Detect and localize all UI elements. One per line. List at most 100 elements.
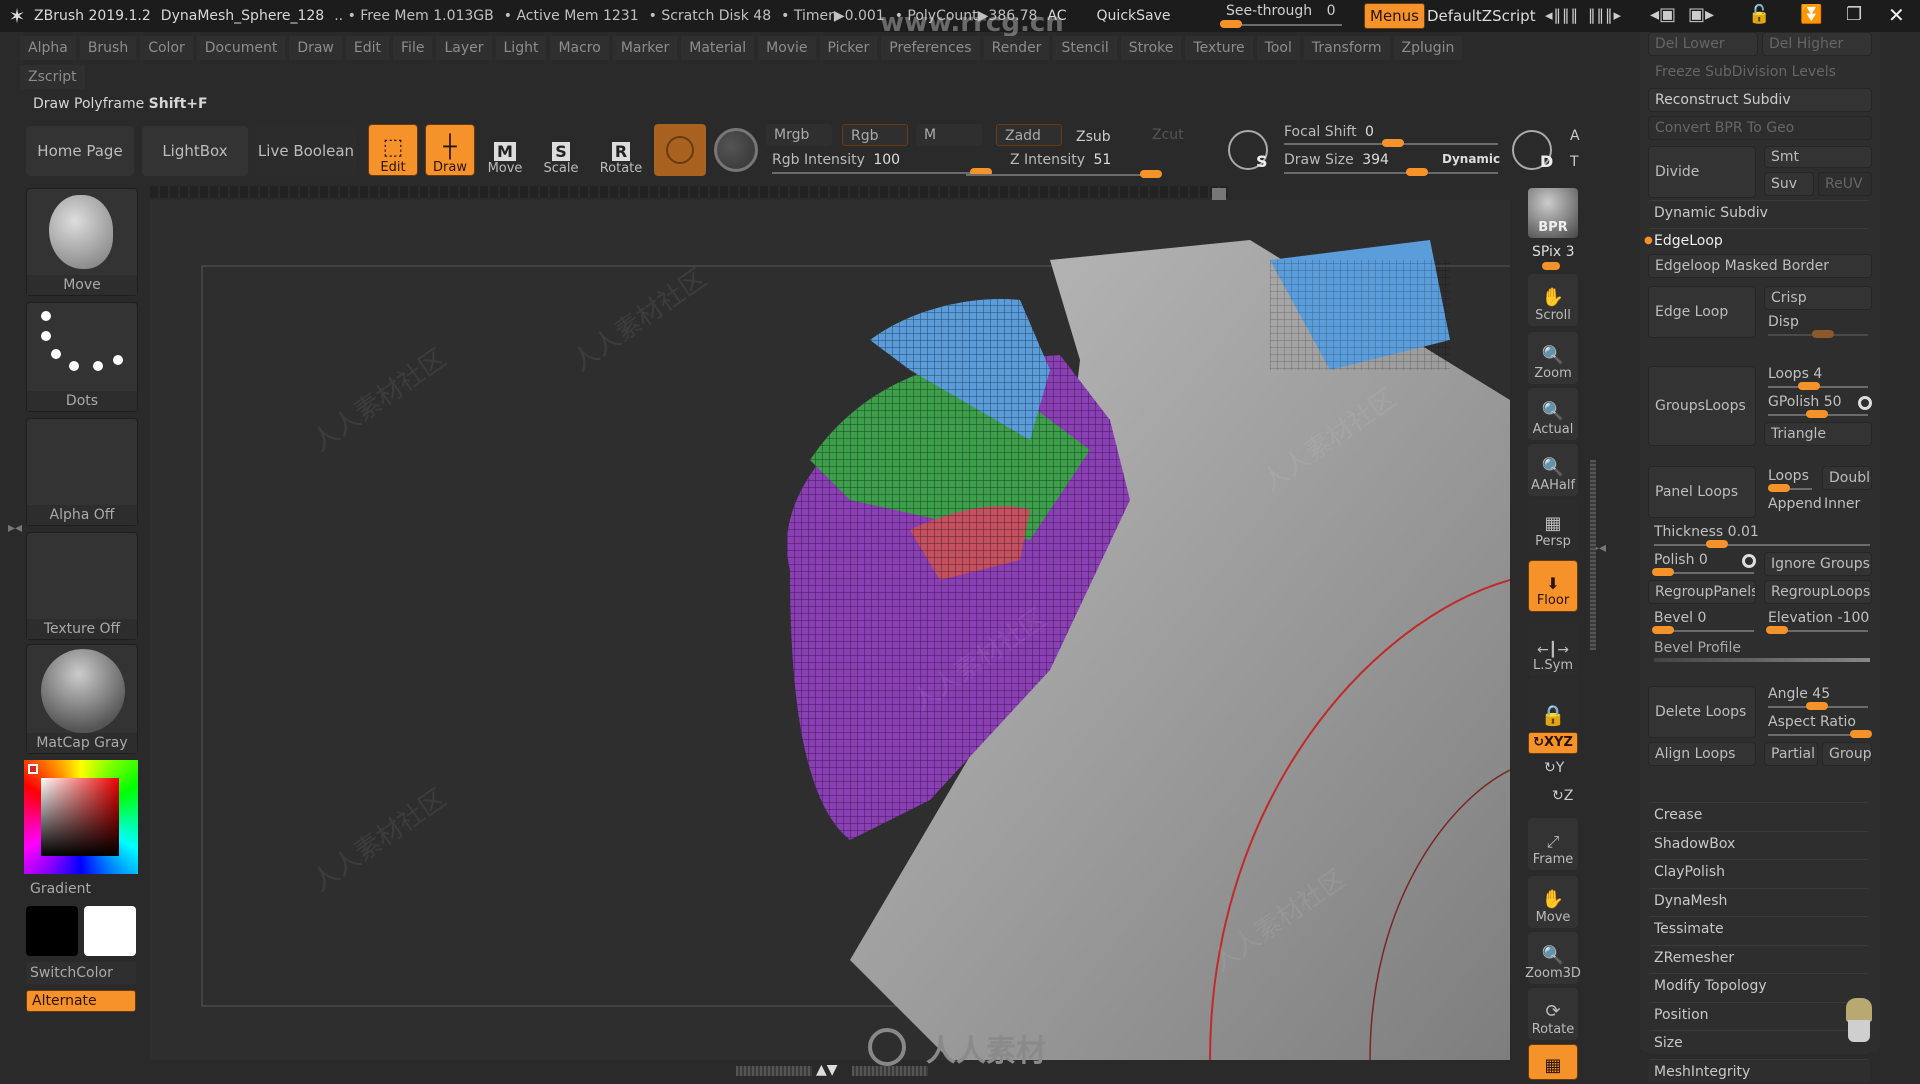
menu-zscript[interactable]: Zscript — [20, 65, 85, 89]
layout-prev-icon[interactable]: ◂▣ — [1650, 4, 1676, 25]
angle-knob[interactable] — [1806, 702, 1828, 710]
menu-stencil[interactable]: Stencil — [1053, 36, 1117, 60]
stroke-selector[interactable]: Dots — [26, 302, 138, 412]
live-boolean-button[interactable]: Live Boolean — [256, 126, 356, 176]
del-higher-button[interactable]: Del Higher — [1762, 32, 1872, 56]
gpolish-knob[interactable] — [1806, 410, 1828, 418]
focal-shift-knob[interactable] — [1382, 139, 1404, 147]
bevel-slider[interactable]: Bevel 0 — [1654, 610, 1706, 626]
section-claypolish[interactable]: ClayPolish — [1648, 859, 1870, 883]
gpolish-slider[interactable]: GPolish 50 — [1768, 394, 1842, 410]
reuv-button[interactable]: ReUV — [1818, 172, 1872, 196]
texture-selector[interactable]: Texture Off — [26, 532, 138, 640]
polyframe-button[interactable]: ▦ — [1528, 1044, 1578, 1080]
rotate3d-button[interactable]: ⟳ Rotate — [1528, 988, 1578, 1040]
quicksave-button[interactable]: QuickSave — [1097, 8, 1171, 24]
menu-movie[interactable]: Movie — [758, 36, 816, 60]
section-dynamesh[interactable]: DynaMesh — [1648, 887, 1870, 912]
color-sphere-icon[interactable] — [714, 128, 758, 172]
crisp-toggle[interactable]: Crisp — [1764, 286, 1872, 310]
menu-brush[interactable]: Brush — [79, 36, 137, 60]
zadd-button[interactable]: Zadd — [996, 124, 1062, 146]
convert-bpr-button[interactable]: Convert BPR To Geo — [1648, 116, 1872, 140]
main-color-swatch[interactable] — [26, 906, 78, 956]
material-swatch-button[interactable] — [654, 124, 706, 176]
menu-color[interactable]: Color — [140, 36, 193, 60]
elevation-slider[interactable]: Elevation -100 — [1768, 610, 1869, 626]
thickness-track[interactable] — [1654, 544, 1870, 546]
aspect-ratio-knob[interactable] — [1850, 730, 1872, 738]
color-picker[interactable] — [24, 760, 138, 874]
actual-button[interactable]: 🔍 Actual — [1528, 388, 1578, 440]
left-tray-toggle-icon[interactable]: ▸◂ — [8, 520, 22, 536]
loops-knob[interactable] — [1798, 382, 1820, 390]
double-toggle[interactable]: Double — [1822, 466, 1872, 490]
bottom-scroll-left[interactable] — [736, 1066, 812, 1076]
regroup-loops-button[interactable]: RegroupLoops — [1764, 580, 1872, 604]
inner-toggle[interactable]: Inner — [1824, 496, 1860, 512]
section-shadowbox[interactable]: ShadowBox — [1648, 830, 1870, 855]
camera-lock-button[interactable]: 🔒 — [1528, 678, 1578, 730]
groups-toggle[interactable]: Groups — [1822, 742, 1872, 766]
see-through-knob[interactable] — [1220, 20, 1242, 28]
thickness-slider[interactable]: Thickness 0.01 — [1654, 524, 1759, 540]
scroll-button[interactable]: ✋ Scroll — [1528, 274, 1578, 326]
focal-shift-slider[interactable]: Focal Shift 0 — [1284, 124, 1374, 140]
zcut-button[interactable]: Zcut — [1144, 124, 1210, 146]
alpha-selector[interactable]: Alpha Off — [26, 418, 138, 526]
shelf-scrollbar[interactable] — [1590, 460, 1596, 650]
default-zscript[interactable]: DefaultZScript — [1427, 7, 1536, 25]
reconstruct-subdiv-button[interactable]: Reconstruct Subdiv — [1648, 88, 1872, 112]
panel-loops-slider[interactable]: Loops — [1768, 468, 1809, 484]
saturation-value-square[interactable] — [41, 778, 119, 856]
thickness-knob[interactable] — [1706, 540, 1728, 548]
brush-selector[interactable]: Move — [26, 188, 138, 296]
edgeloop-masked-border-button[interactable]: Edgeloop Masked Border — [1648, 254, 1872, 278]
material-selector[interactable]: MatCap Gray — [26, 644, 138, 754]
polish-slider[interactable]: Polish 0 — [1654, 552, 1708, 568]
angle-slider[interactable]: Angle 45 — [1768, 686, 1830, 702]
freeze-subdivision-button[interactable]: Freeze SubDivision Levels — [1648, 60, 1872, 84]
gradient-toggle[interactable]: Gradient — [26, 878, 136, 900]
menu-alpha[interactable]: Alpha — [20, 36, 76, 60]
alternate-button[interactable]: Alternate — [26, 990, 136, 1012]
menu-material[interactable]: Material — [681, 36, 755, 60]
menu-transform[interactable]: Transform — [1303, 36, 1390, 60]
bottom-scroll-right[interactable] — [852, 1066, 928, 1076]
draw-size-track[interactable] — [1284, 172, 1498, 174]
panel-loops-button[interactable]: Panel Loops — [1648, 466, 1756, 518]
menu-marker[interactable]: Marker — [612, 36, 678, 60]
ui-shrink-icon[interactable]: ◂‖‖‖ — [1545, 6, 1579, 24]
zoom3d-button[interactable]: 🔍 Zoom3D — [1525, 932, 1581, 984]
rgb-button[interactable]: Rgb — [842, 124, 908, 146]
bevel-knob[interactable] — [1652, 626, 1674, 634]
menu-document[interactable]: Document — [196, 36, 286, 60]
spix-slider[interactable]: SPix 3 — [1532, 244, 1575, 260]
menu-draw[interactable]: Draw — [289, 36, 342, 60]
zoom-button[interactable]: 🔍 Zoom — [1528, 332, 1578, 384]
del-lower-button[interactable]: Del Lower — [1648, 32, 1758, 56]
persp-button[interactable]: ▦ Persp — [1528, 500, 1578, 552]
menu-file[interactable]: File — [393, 36, 433, 60]
ignore-groups-toggle[interactable]: Ignore Groups — [1764, 552, 1872, 576]
switch-color-button[interactable]: SwitchColor — [26, 962, 136, 984]
menu-render[interactable]: Render — [983, 36, 1050, 60]
m-button[interactable]: M — [916, 124, 982, 146]
bevel-profile-curve[interactable] — [1654, 658, 1870, 662]
rotate-z-button[interactable]: ↻Z — [1552, 788, 1573, 804]
delete-loops-button[interactable]: Delete Loops — [1648, 686, 1756, 738]
suv-toggle[interactable]: Suv — [1764, 172, 1814, 196]
smt-toggle[interactable]: Smt — [1764, 146, 1872, 168]
partial-toggle[interactable]: Partial — [1764, 742, 1818, 766]
menu-tool[interactable]: Tool — [1256, 36, 1300, 60]
z-intensity-track[interactable] — [966, 174, 1156, 176]
draw-button[interactable]: ┼ Draw — [425, 124, 475, 176]
rgb-intensity-slider[interactable]: Rgb Intensity 100 — [772, 152, 900, 168]
section-tessimate[interactable]: Tessimate — [1648, 916, 1870, 940]
aahalf-button[interactable]: 🔍 AAHalf — [1528, 444, 1578, 496]
divide-button[interactable]: Divide — [1648, 146, 1756, 198]
rotate-y-button[interactable]: ↻Y — [1544, 760, 1564, 776]
menu-zplugin[interactable]: Zplugin — [1393, 36, 1463, 60]
menu-stroke[interactable]: Stroke — [1120, 36, 1182, 60]
disp-knob[interactable] — [1812, 330, 1834, 338]
